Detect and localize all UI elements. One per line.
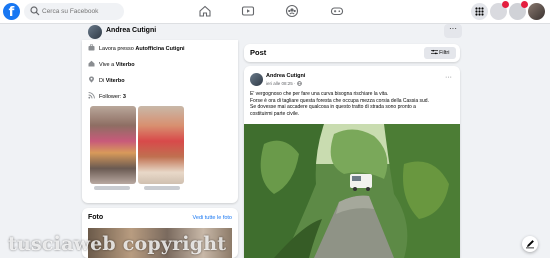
avatar[interactable] (88, 25, 102, 39)
profile-name[interactable]: Andrea Cutigni (106, 27, 156, 34)
globe-icon (296, 81, 302, 86)
post-time-text: ieri alle 08:25 · (266, 81, 297, 86)
work-row: Lavora presso Autofficina Cutigni (88, 44, 185, 54)
post-author[interactable]: Andrea Cutigni (266, 73, 305, 79)
filter-button[interactable]: Filtri (424, 47, 456, 59)
facebook-logo[interactable]: f (3, 3, 20, 20)
post-image[interactable] (244, 124, 460, 258)
top-navigation-bar: f (0, 0, 550, 24)
home-icon (88, 60, 95, 67)
filter-sliders-icon (430, 49, 438, 55)
menu-button[interactable] (471, 3, 488, 20)
photos-preview[interactable] (88, 228, 232, 258)
lives-place-link[interactable]: Viterbo (116, 62, 135, 68)
followers-count[interactable]: 3 (123, 94, 126, 100)
featured-photo[interactable] (90, 106, 136, 184)
search-icon (30, 6, 40, 16)
avatar[interactable] (250, 73, 263, 86)
work-prefix: Lavora presso (99, 46, 136, 52)
search-box[interactable] (24, 3, 124, 20)
post-text: E' vergognoso che per fare una curva bis… (250, 91, 456, 117)
lives-row: Vive a Viterbo (88, 60, 135, 70)
followers-row: Follower: 3 (88, 92, 126, 102)
search-input[interactable] (42, 3, 122, 20)
edit-pencil-icon (526, 240, 534, 249)
groups-icon[interactable] (285, 4, 299, 18)
post-card: Andrea Cutigni ieri alle 08:25 · ··· E' … (244, 66, 460, 258)
more-options-button[interactable]: ··· (444, 24, 462, 38)
post-text-line: costituirmi parte civile. (250, 110, 300, 117)
followers-prefix: Follower: (99, 94, 123, 100)
from-place-link[interactable]: Viterbo (106, 78, 125, 84)
menu-grid-icon (475, 7, 484, 16)
notification-badge (502, 1, 509, 8)
photo-caption-placeholder (94, 186, 130, 190)
messenger-button[interactable] (490, 1, 509, 20)
posts-header: Post Filtri (244, 44, 460, 62)
filter-label: Filtri (439, 50, 450, 56)
profile-header-strip: Andrea Cutigni ··· (82, 24, 462, 40)
photo-caption-placeholder (144, 186, 180, 190)
account-avatar[interactable] (528, 3, 545, 20)
post-timestamp[interactable]: ieri alle 08:25 · (266, 81, 302, 86)
notification-badge (521, 1, 528, 8)
featured-photo[interactable] (138, 106, 184, 184)
from-row: Di Viterbo (88, 76, 125, 86)
notifications-button[interactable] (509, 1, 528, 20)
photos-card: Foto Vedi tutte le foto (82, 208, 238, 258)
intro-card: Lavora presso Autofficina Cutigni Vive a… (82, 40, 238, 203)
photos-title: Foto (88, 214, 104, 221)
work-place-link[interactable]: Autofficina Cutigni (135, 46, 184, 52)
gaming-icon[interactable] (330, 4, 344, 18)
watch-video-icon[interactable] (241, 4, 255, 18)
briefcase-icon (88, 44, 95, 51)
see-all-photos-link[interactable]: Vedi tutte le foto (193, 215, 232, 221)
posts-title: Post (250, 48, 267, 57)
from-prefix: Di (99, 78, 106, 84)
location-pin-icon (89, 76, 94, 83)
post-more-options[interactable]: ··· (445, 74, 452, 81)
compose-message-button[interactable] (522, 236, 538, 252)
road-vegetation-photo (244, 124, 460, 258)
lives-prefix: Vive a (99, 62, 116, 68)
rss-followers-icon (88, 92, 95, 99)
home-icon[interactable] (198, 4, 212, 18)
